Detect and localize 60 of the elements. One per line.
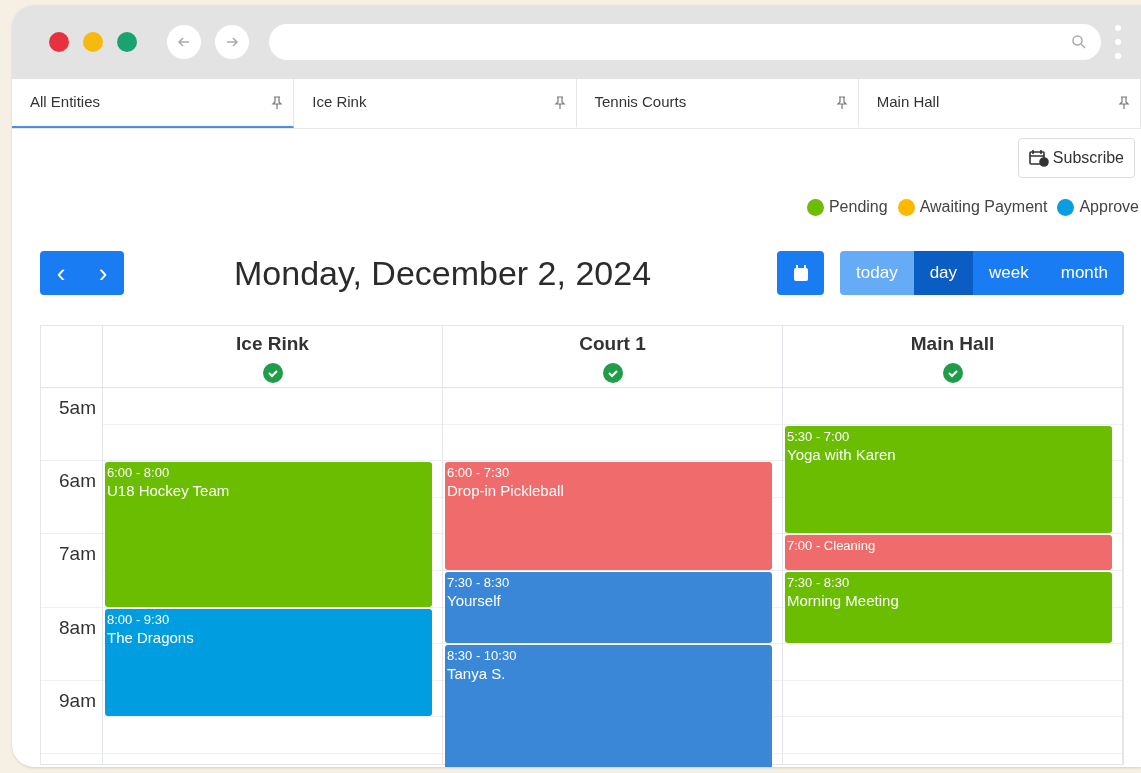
event-title: Yoga with Karen (787, 444, 897, 465)
tab[interactable]: All Entities (12, 79, 295, 128)
time-label: 5am (59, 396, 96, 420)
more-icon[interactable] (1115, 24, 1121, 60)
event-block[interactable]: 7:00 - Cleaning (785, 535, 1112, 570)
view-button[interactable]: week (973, 251, 1045, 295)
event-time: 7:00 - Cleaning (787, 537, 877, 555)
column-header: Court 1 (579, 332, 646, 356)
pin-icon[interactable] (271, 95, 284, 110)
event-title: Tanya S. (447, 664, 507, 685)
event-title: U18 Hockey Team (107, 481, 231, 502)
column-header: Ice Rink (236, 332, 309, 356)
view-button[interactable]: day (913, 251, 974, 295)
event-title: Drop-in Pickleball (447, 481, 565, 502)
time-label: 7am (59, 542, 96, 567)
legend-label: Pending (828, 197, 888, 217)
event-block[interactable]: 7:30 - 8:30 Morning Meeting (785, 572, 1112, 644)
subscribe-button[interactable]: Subscribe (1017, 138, 1135, 178)
calendar-icon (1028, 149, 1049, 167)
event-time: 8:30 - 10:30 (447, 647, 518, 665)
column-header: Main Hall (910, 332, 995, 356)
back-icon[interactable] (167, 25, 201, 59)
event-time: 7:30 - 8:30 (787, 574, 851, 591)
pin-icon[interactable] (553, 95, 566, 110)
tab[interactable]: Tennis Courts (576, 79, 859, 128)
time-label: 9am (59, 688, 96, 713)
legend-label: Approve (1079, 197, 1139, 217)
time-label: 6am (59, 469, 96, 494)
tab[interactable]: Main Hall (858, 79, 1141, 128)
event-time: 8:00 - 9:30 (107, 610, 171, 628)
event-time: 5:30 - 7:00 (787, 427, 851, 445)
event-block[interactable]: 8:00 - 9:30 The Dragons (105, 608, 432, 717)
event-block[interactable]: 6:00 - 7:30 Drop-in Pickleball (445, 462, 772, 570)
event-title: Yourself (447, 591, 502, 611)
event-title: Morning Meeting (787, 591, 900, 611)
view-button[interactable]: month (1044, 251, 1124, 295)
event-time: 6:00 - 8:00 (107, 464, 171, 482)
event-time: 7:30 - 8:30 (447, 574, 511, 591)
check-circle-icon (602, 362, 623, 383)
calendar-icon (792, 264, 809, 282)
tab[interactable]: Ice Rink (294, 79, 577, 128)
event-block[interactable]: 5:30 - 7:00 Yoga with Karen (785, 425, 1112, 534)
check-circle-icon (262, 362, 283, 383)
date-title: Monday, December 2, 2024 (234, 252, 652, 294)
forward-icon[interactable] (215, 25, 249, 59)
pin-icon[interactable] (835, 95, 848, 110)
time-label: 8am (59, 615, 96, 640)
event-title: The Dragons (107, 627, 195, 648)
legend-label: Awaiting Payment (919, 197, 1048, 217)
event-time: 6:00 - 7:30 (447, 464, 511, 482)
previous-button[interactable]: ‹ (40, 251, 82, 295)
event-block[interactable]: 6:00 - 8:00 U18 Hockey Team (105, 462, 432, 607)
date-picker-button[interactable] (777, 251, 825, 295)
view-button[interactable]: today (840, 251, 914, 295)
check-circle-icon (942, 362, 963, 383)
pin-icon[interactable] (1118, 95, 1130, 110)
event-block[interactable]: 7:30 - 8:30 Yourself (445, 572, 772, 644)
search-icon[interactable] (1071, 34, 1087, 50)
event-block[interactable]: 8:30 - 10:30 Tanya S. (445, 645, 772, 767)
next-button[interactable]: › (82, 251, 124, 295)
